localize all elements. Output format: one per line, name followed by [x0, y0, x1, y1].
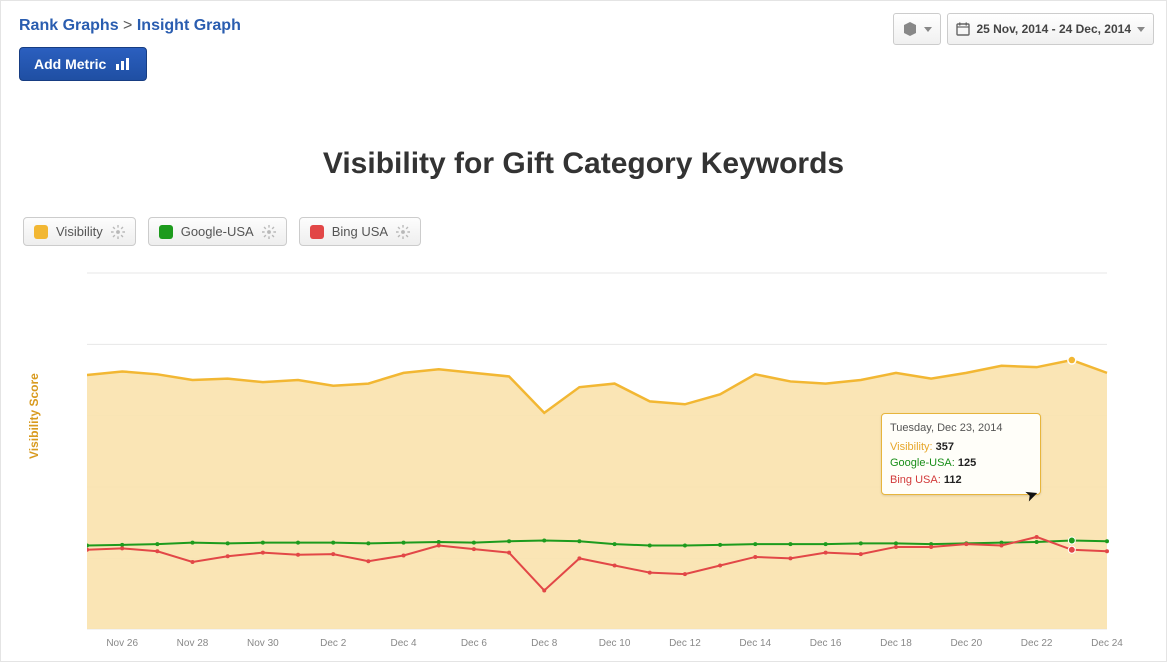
svg-text:Dec 2: Dec 2: [320, 638, 347, 649]
add-metric-button[interactable]: Add Metric: [19, 47, 147, 81]
tooltip-date: Tuesday, Dec 23, 2014: [890, 420, 1032, 437]
chart-legend: Visibility Google-USA Bing USA: [23, 217, 421, 246]
svg-text:Dec 12: Dec 12: [669, 638, 701, 649]
legend-item-visibility[interactable]: Visibility: [23, 217, 136, 246]
svg-text:Dec 24: Dec 24: [1091, 638, 1123, 649]
tooltip-label-visibility: Visibility:: [890, 441, 933, 453]
caret-down-icon: [924, 27, 932, 32]
svg-text:Dec 6: Dec 6: [461, 638, 488, 649]
breadcrumb-current[interactable]: Insight Graph: [137, 17, 241, 34]
date-range-label: 25 Nov, 2014 - 24 Dec, 2014: [976, 22, 1131, 36]
svg-text:Dec 16: Dec 16: [810, 638, 842, 649]
tooltip-value-google: 125: [958, 457, 976, 469]
breadcrumb-parent[interactable]: Rank Graphs: [19, 17, 119, 34]
calendar-icon: [956, 22, 970, 36]
svg-text:Dec 10: Dec 10: [599, 638, 631, 649]
svg-text:Dec 14: Dec 14: [739, 638, 771, 649]
breadcrumb-sep: >: [123, 17, 132, 34]
chart-title: Visibility for Gift Category Keywords: [1, 147, 1166, 181]
legend-label: Bing USA: [332, 224, 388, 239]
date-range-button[interactable]: 25 Nov, 2014 - 24 Dec, 2014: [947, 13, 1154, 45]
tooltip-value-visibility: 357: [936, 441, 954, 453]
svg-text:Dec 18: Dec 18: [880, 638, 912, 649]
svg-text:Nov 30: Nov 30: [247, 638, 279, 649]
y-axis-title: Visibility Score: [27, 373, 41, 459]
legend-item-google[interactable]: Google-USA: [148, 217, 287, 246]
legend-item-bing[interactable]: Bing USA: [299, 217, 421, 246]
breadcrumb: Rank Graphs > Insight Graph: [19, 17, 241, 35]
app-frame: Rank Graphs > Insight Graph Add Metric 2…: [0, 0, 1167, 662]
cube-dropdown-button[interactable]: [893, 13, 941, 45]
gear-icon[interactable]: [396, 225, 410, 239]
svg-text:Dec 22: Dec 22: [1021, 638, 1053, 649]
top-right-controls: 25 Nov, 2014 - 24 Dec, 2014: [893, 13, 1154, 45]
tooltip-label-bing: Bing USA:: [890, 474, 941, 486]
svg-text:Nov 26: Nov 26: [106, 638, 138, 649]
cube-icon: [902, 21, 918, 37]
legend-swatch: [159, 225, 173, 239]
gear-icon[interactable]: [111, 225, 125, 239]
tooltip-value-bing: 112: [944, 474, 962, 486]
bar-chart-icon: [116, 58, 132, 70]
tooltip-label-google: Google-USA:: [890, 457, 955, 469]
svg-text:Nov 28: Nov 28: [177, 638, 209, 649]
gear-icon[interactable]: [262, 225, 276, 239]
add-metric-label: Add Metric: [34, 56, 106, 72]
svg-text:Dec 20: Dec 20: [950, 638, 982, 649]
legend-label: Visibility: [56, 224, 103, 239]
legend-label: Google-USA: [181, 224, 254, 239]
chart-area: Visibility Score 1100200300400500Nov 26N…: [23, 269, 1143, 649]
legend-swatch: [34, 225, 48, 239]
svg-text:Dec 4: Dec 4: [390, 638, 417, 649]
svg-text:Dec 8: Dec 8: [531, 638, 558, 649]
caret-down-icon: [1137, 27, 1145, 32]
legend-swatch: [310, 225, 324, 239]
chart-tooltip: Tuesday, Dec 23, 2014 Visibility: 357 Go…: [881, 413, 1041, 495]
